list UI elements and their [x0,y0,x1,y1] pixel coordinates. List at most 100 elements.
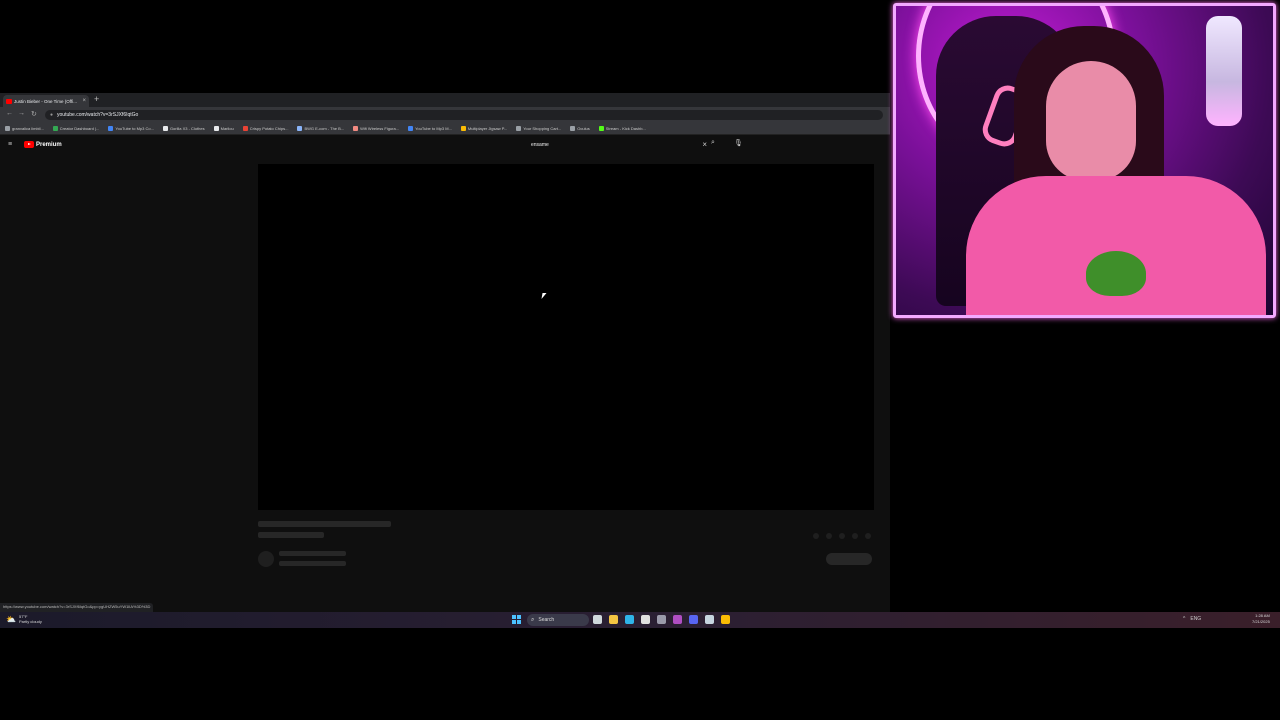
app-icon[interactable] [673,615,682,624]
bookmark-item[interactable]: Creator Dashboard |... [52,126,100,131]
bookmark-label: BWG E-com - The B... [304,126,345,131]
forward-icon[interactable]: → [18,110,25,117]
streamer-body [966,176,1266,315]
bookmark-favicon-icon [516,126,522,131]
bookmark-label: Wifi Wireless Figura... [360,126,400,131]
bookmark-favicon-icon [570,126,576,131]
bookmark-item[interactable]: YouTube to Mp3 Co... [108,126,154,131]
taskbar: ⛅ 57°F Partly cloudy ⌕ Search ^ ENG 1:28… [0,612,1280,628]
bookmark-item[interactable]: Gorilla X3 - Clothes [162,126,205,131]
weather-condition: Partly cloudy [18,619,42,624]
action-skeleton [852,533,858,539]
bookmark-item[interactable]: Marilou [213,126,234,131]
browser-window: Justin Bieber - One Time (Offi... × + ← … [0,93,890,612]
reload-icon[interactable]: ↻ [31,110,37,118]
search-query: ensame [531,142,549,148]
bookmark-favicon-icon [408,126,414,131]
site-info-icon[interactable]: ● [50,112,53,118]
mouse-cursor-icon [541,293,547,299]
webcam-overlay [893,3,1276,318]
weather-icon: ⛅ [6,614,16,624]
task-view-icon[interactable] [593,615,602,624]
clock[interactable]: 1:28 AM 7/21/2025 [1252,613,1270,625]
voice-search-icon[interactable]: 🎙 [734,139,743,147]
tray-overflow-icon[interactable]: ^ [1183,616,1185,622]
bookmark-favicon-icon [108,126,114,131]
bookmark-favicon-icon [598,126,604,131]
discord-icon[interactable] [689,615,698,624]
bookmark-item[interactable]: YouTube to Mp3 M... [408,126,452,131]
bookmark-favicon-icon [52,126,58,131]
subscribe-skeleton [826,553,872,565]
pinned-apps [593,615,730,624]
title-skeleton [258,521,391,527]
start-button[interactable] [512,615,521,624]
steam-icon[interactable] [705,615,714,624]
taskbar-search[interactable]: ⌕ Search [527,614,589,626]
channel-name-skeleton [279,551,346,556]
weather-widget[interactable]: ⛅ 57°F Partly cloudy [6,614,42,624]
tab-youtube[interactable]: Justin Bieber - One Time (Offi... × [3,95,89,107]
bookmark-label: Oculus [577,126,590,131]
clock-date: 7/21/2025 [1252,619,1270,624]
microphone [1206,16,1242,126]
taskbar-search-label: Search [538,617,555,623]
bookmark-item[interactable]: Crispy Potato Chips... [242,126,289,131]
edge-icon[interactable] [625,615,634,624]
address-url: youtube.com/watch?v=3rSJXf6IqtGo [57,112,139,118]
bookmark-label: Multiplayer Jigsaw P... [467,126,508,131]
menu-icon[interactable]: ≡ [8,141,12,148]
streamer-face [1046,61,1136,181]
bookmark-item[interactable]: Oculus [570,126,590,131]
tab-strip: Justin Bieber - One Time (Offi... × + [0,93,890,107]
action-skeleton [865,533,871,539]
bookmarks-bar: granvalica limbil... Creator Dashboard |.… [0,123,890,135]
bookmark-item[interactable]: Multiplayer Jigsaw P... [460,126,508,131]
bookmark-favicon-icon [213,126,219,131]
plush-toy [1086,251,1146,296]
video-player[interactable] [258,164,874,510]
store-icon[interactable] [641,615,650,624]
search-icon: ⌕ [531,616,535,623]
link-status-bar: https://www.youtube.com/watch?v=3rSJXf6I… [0,603,154,612]
bookmark-label: Crispy Potato Chips... [249,126,289,131]
bookmark-label: YouTube to Mp3 M... [415,126,452,131]
bookmark-label: Marilou [220,126,234,131]
bookmark-item[interactable]: BWG E-com - The B... [297,126,344,131]
bookmark-item[interactable]: granvalica limbil... [5,126,44,131]
tab-title: Justin Bieber - One Time (Offi... [14,98,77,104]
file-explorer-icon[interactable] [609,615,618,624]
bookmark-favicon-icon [242,126,248,131]
bookmark-favicon-icon [353,126,359,131]
action-skeleton [826,533,832,539]
system-tray: ^ ENG [1183,616,1201,622]
tab-close-icon[interactable]: × [82,98,86,104]
subscriber-skeleton [279,561,346,566]
title-skeleton-line2 [258,532,324,538]
bookmark-label: Your Shopping Cart... [523,126,562,131]
bookmark-item[interactable]: Wifi Wireless Figura... [353,126,399,131]
back-icon[interactable]: ← [6,110,13,117]
bookmark-item[interactable]: Your Shopping Cart... [516,126,561,131]
chrome-icon[interactable] [721,615,730,624]
action-skeleton [839,533,845,539]
bookmark-favicon-icon [5,126,10,131]
bookmark-label: granvalica limbil... [12,126,44,131]
bookmark-label: Stream - Kick Dashb... [605,126,646,131]
bookmark-item[interactable]: Stream - Kick Dashb... [598,126,646,131]
obs-icon[interactable] [657,615,666,624]
youtube-premium-logo[interactable]: Premium [24,141,62,148]
search-input[interactable]: ensame × [527,140,707,150]
bookmark-label: YouTube to Mp3 Co... [115,126,154,131]
action-skeleton [813,533,819,539]
language-indicator[interactable]: ENG [1190,616,1201,622]
address-bar[interactable]: ● youtube.com/watch?v=3rSJXf6IqtGo [45,110,883,120]
address-toolbar: ← → ↻ ● youtube.com/watch?v=3rSJXf6IqtGo [0,107,890,123]
logo-text: Premium [36,141,62,148]
new-tab-icon[interactable]: + [94,94,99,104]
youtube-logo-icon [24,141,34,148]
bookmark-favicon-icon [162,126,168,131]
bookmark-label: Creator Dashboard |... [59,126,100,131]
clear-search-icon[interactable]: × [702,141,707,149]
search-icon[interactable]: ⌕ [711,139,715,147]
